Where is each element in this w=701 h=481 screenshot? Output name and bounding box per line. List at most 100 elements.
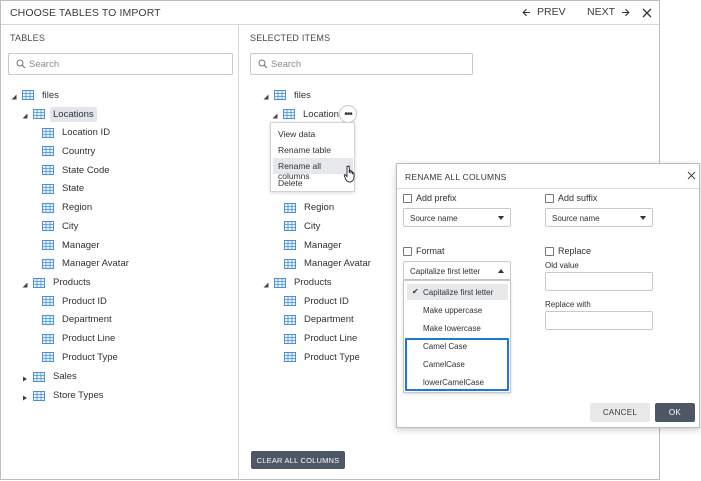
old-value-input[interactable] (545, 272, 653, 291)
next-button[interactable]: NEXT (587, 6, 630, 18)
replace-with-input[interactable] (545, 311, 653, 330)
tree-item-label: Region (62, 202, 93, 213)
tree-item-products[interactable]: Products (263, 274, 335, 292)
format-checkbox[interactable]: Format (403, 246, 445, 256)
close-icon[interactable] (641, 7, 653, 19)
expand-toggle[interactable] (22, 374, 30, 382)
prefix-select[interactable]: Source name (403, 208, 511, 227)
tree-item-label: Store Types (53, 390, 104, 401)
expand-toggle[interactable] (22, 393, 30, 401)
tree-item-locations[interactable]: Locations (272, 105, 347, 123)
tree-item-label: Product ID (304, 295, 349, 307)
menu-item-rename-all-columns[interactable]: Rename all columns (273, 158, 353, 181)
option-capitalize-first-letter[interactable]: ✔ Capitalize first letter (407, 284, 508, 300)
tree-column-item[interactable]: State Code (42, 161, 113, 179)
tree-item-label: State (62, 183, 85, 195)
close-icon[interactable] (687, 171, 696, 180)
collapse-toggle[interactable] (263, 280, 271, 288)
prev-button[interactable]: PREV (522, 6, 566, 18)
add-prefix-checkbox[interactable]: Add prefix (403, 193, 457, 203)
table-icon (22, 90, 34, 100)
expand-arrow-icon[interactable] (22, 376, 28, 382)
tree-item-label: Manager Avatar (304, 258, 371, 270)
dialog-divider (397, 188, 699, 189)
selected-search-input[interactable]: Search (250, 53, 473, 75)
tree-item-label: Location ID (62, 127, 111, 138)
checkbox-box[interactable] (403, 193, 412, 203)
tree-item-label: State Code (62, 164, 110, 176)
table-icon (284, 314, 296, 325)
collapse-toggle[interactable] (22, 280, 30, 288)
table-icon (42, 127, 54, 138)
menu-item-delete[interactable]: Delete (273, 175, 353, 191)
search-placeholder: Search (29, 59, 60, 70)
tree-column-item[interactable]: Manager Avatar (284, 255, 374, 273)
collapse-toggle[interactable] (22, 111, 30, 119)
collapse-arrow-icon[interactable] (263, 282, 269, 288)
tree-column-item[interactable]: City (284, 217, 323, 235)
collapse-toggle[interactable] (11, 92, 19, 100)
tree-item-files[interactable]: files (263, 86, 314, 104)
tree-item-locations[interactable]: Locations (22, 105, 97, 123)
collapse-arrow-icon[interactable] (272, 113, 278, 119)
tree-column-item[interactable]: Department (42, 311, 115, 329)
menu-item-view-data[interactable]: View data (273, 126, 353, 142)
tree-item-label: Product Type (304, 351, 360, 363)
option-label: Make uppercase (423, 306, 483, 315)
clear-all-columns-button[interactable]: CLEAR ALL COLUMNS (251, 451, 345, 469)
tree-column-item[interactable]: Country (42, 142, 98, 160)
table-icon (274, 277, 286, 288)
tree-item-label: Region (304, 202, 335, 213)
table-icon (42, 314, 54, 325)
tree-column-item[interactable]: State (42, 180, 87, 198)
checkbox-box[interactable] (545, 246, 554, 256)
collapse-toggle[interactable] (263, 92, 271, 100)
tree-column-item[interactable]: Manager Avatar (42, 255, 132, 273)
tree-column-item[interactable]: Manager (284, 236, 345, 254)
more-options-button[interactable]: ••• (339, 105, 357, 123)
expand-arrow-icon[interactable] (22, 395, 28, 401)
ok-button[interactable]: OK (655, 403, 695, 422)
tree-column-item[interactable]: Region (284, 199, 337, 217)
tree-item-label: Products (294, 277, 332, 288)
tree-item-store-types[interactable]: Store Types (23, 387, 107, 405)
tree-column-item[interactable]: Product ID (284, 292, 352, 310)
tree-column-item[interactable]: Product Type (284, 348, 363, 366)
tree-item-products[interactable]: Products (22, 274, 94, 292)
search-icon (258, 59, 268, 69)
cancel-button[interactable]: CANCEL (590, 403, 650, 422)
tree-column-item[interactable]: Product Type (42, 348, 121, 366)
replace-label: Replace (558, 246, 592, 256)
tree-column-item[interactable]: Product Line (42, 330, 118, 348)
tree-item-label: Locations (50, 106, 97, 122)
collapse-toggle[interactable] (272, 111, 280, 119)
tree-item-sales[interactable]: Sales (23, 368, 80, 386)
tables-search-input[interactable]: Search (8, 53, 233, 75)
collapse-arrow-icon[interactable] (22, 113, 28, 119)
selected-items-section-label: SELECTED ITEMS (250, 33, 331, 43)
collapse-arrow-icon[interactable] (22, 282, 28, 288)
replace-checkbox[interactable]: Replace (545, 246, 591, 256)
checkbox-box[interactable] (545, 193, 554, 203)
tree-column-item[interactable]: Product ID (42, 292, 110, 310)
tree-column-item[interactable]: Manager (42, 236, 103, 254)
option-make-lowercase[interactable]: Make lowercase (407, 320, 508, 336)
suffix-select[interactable]: Source name (545, 208, 653, 227)
add-suffix-checkbox[interactable]: Add suffix (545, 193, 597, 203)
tree-item-files[interactable]: files (11, 86, 62, 104)
checkbox-box[interactable] (403, 246, 412, 256)
tree-column-item[interactable]: Department (284, 311, 357, 329)
tree-column-item[interactable]: Location ID (42, 124, 113, 142)
add-suffix-label: Add suffix (558, 193, 598, 203)
collapse-arrow-icon[interactable] (263, 94, 269, 100)
tables-section-label: TABLES (10, 33, 46, 43)
option-make-uppercase[interactable]: Make uppercase (407, 302, 508, 318)
format-select[interactable]: Capitalize first letter (403, 261, 511, 280)
table-icon (284, 258, 296, 269)
replace-with-label: Replace with (545, 300, 591, 309)
tree-column-item[interactable]: City (42, 217, 81, 235)
menu-item-rename-table[interactable]: Rename table (273, 142, 353, 158)
tree-column-item[interactable]: Product Line (284, 330, 360, 348)
collapse-arrow-icon[interactable] (11, 94, 17, 100)
tree-column-item[interactable]: Region (42, 199, 95, 217)
